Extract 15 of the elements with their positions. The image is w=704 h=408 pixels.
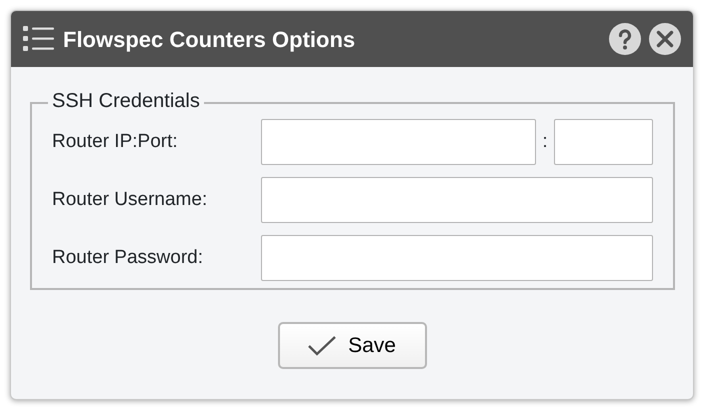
field-label: Router IP:Port: <box>52 130 179 154</box>
port-field[interactable] <box>554 119 653 165</box>
ip-field[interactable] <box>260 119 536 165</box>
close-icon[interactable] <box>649 23 681 55</box>
help-icon[interactable] <box>609 23 641 55</box>
menu-icon[interactable] <box>23 25 55 53</box>
window-title: Flowspec Counters Options <box>63 26 356 54</box>
field-label: Router Password: <box>52 246 204 270</box>
checkmark-icon <box>308 336 336 356</box>
separator: : <box>541 130 549 154</box>
field-label: Router Username: <box>52 188 208 212</box>
group-title: SSH Credentials <box>51 91 201 111</box>
password-field[interactable] <box>261 235 653 281</box>
username-field[interactable] <box>261 177 653 223</box>
save-button[interactable]: Save <box>278 322 426 369</box>
